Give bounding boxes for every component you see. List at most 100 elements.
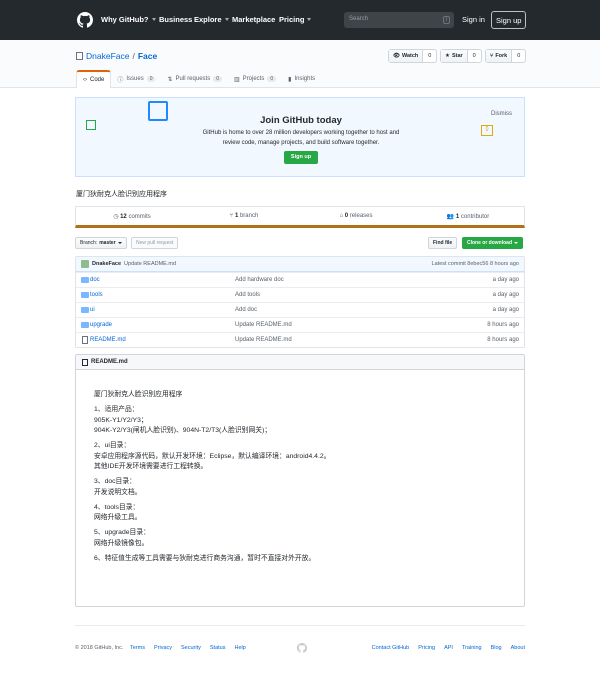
star-count[interactable]: 0 bbox=[468, 50, 481, 62]
readme-header: README.md bbox=[76, 355, 524, 370]
chevron-down-icon bbox=[224, 18, 229, 21]
new-pull-request-button[interactable]: New pull request bbox=[131, 237, 179, 249]
star-button[interactable]: ★ Star 0 bbox=[440, 49, 482, 63]
footer-link-about[interactable]: About bbox=[511, 645, 525, 651]
banner-signup-button[interactable]: Sign up bbox=[284, 151, 318, 164]
clone-download-button[interactable]: Clone or download bbox=[462, 237, 523, 249]
footer-link-status[interactable]: Status bbox=[210, 645, 226, 651]
releases-link[interactable]: ⌂ 0 releases bbox=[300, 207, 412, 225]
commits-link[interactable]: ◷ 12 commits bbox=[76, 207, 188, 225]
footer-link-help[interactable]: Help bbox=[234, 645, 245, 651]
fork-button[interactable]: ⑂ Fork 0 bbox=[485, 49, 527, 63]
dismiss-button[interactable]: Dismiss bbox=[491, 111, 512, 117]
footer-link-pricing[interactable]: Pricing bbox=[418, 645, 435, 651]
footer-link-privacy[interactable]: Privacy bbox=[154, 645, 172, 651]
file-name-link[interactable]: doc bbox=[90, 277, 100, 283]
tab-label: Insights bbox=[294, 76, 316, 82]
repo-header: DnakeFace / Face 👁 Watch 0 ★ Star 0 ⑂ Fork … bbox=[0, 40, 600, 88]
folder-icon bbox=[81, 307, 89, 313]
nav-label: Marketplace bbox=[232, 15, 276, 24]
eye-icon: 👁 bbox=[393, 53, 400, 59]
file-name-link[interactable]: ui bbox=[90, 307, 95, 313]
nav-why-github[interactable]: Why GitHub? bbox=[101, 15, 156, 24]
signup-button[interactable]: Sign up bbox=[491, 11, 527, 29]
star-icon: ★ bbox=[445, 53, 450, 59]
contributors-link[interactable]: 👥 1 contributor bbox=[412, 207, 524, 225]
watch-button[interactable]: 👁 Watch 0 bbox=[388, 49, 438, 63]
signin-link[interactable]: Sign in bbox=[462, 15, 485, 24]
folder-icon bbox=[81, 322, 89, 328]
readme-line: 网络升级镜像包。 bbox=[94, 539, 149, 547]
tab-label: Pull requests bbox=[175, 76, 211, 82]
repo-description: 厦门狄耐克人脸识别应用程序 bbox=[76, 191, 167, 198]
nav-label: Why GitHub? bbox=[101, 15, 149, 24]
folder-icon bbox=[81, 292, 89, 298]
file-commit-message[interactable]: Add hardware doc bbox=[235, 277, 284, 283]
table-row: upgrade Update README.md 8 hours ago bbox=[76, 317, 524, 332]
folder-icon bbox=[81, 277, 89, 283]
footer-link-api[interactable]: API bbox=[444, 645, 453, 651]
nav-pricing[interactable]: Pricing bbox=[279, 15, 312, 24]
repo-title-separator: / bbox=[132, 51, 135, 61]
nav-business[interactable]: Business bbox=[159, 15, 192, 24]
find-file-button[interactable]: Find file bbox=[428, 237, 458, 249]
file-commit-message[interactable]: Update README.md bbox=[235, 322, 292, 328]
readme-line: 4、tools目录： bbox=[94, 503, 140, 511]
commits-count: 12 bbox=[120, 214, 127, 220]
tab-counter: 0 bbox=[267, 76, 277, 82]
avatar[interactable] bbox=[81, 260, 89, 268]
table-row: tools Add tools a day ago bbox=[76, 287, 524, 302]
latest-commit-bar: DnakeFace Update README.md Latest commit… bbox=[76, 257, 524, 272]
table-row: doc Add hardware doc a day ago bbox=[76, 272, 524, 287]
nav-marketplace[interactable]: Marketplace bbox=[232, 15, 275, 24]
branch-select-button[interactable]: Branch: master bbox=[75, 237, 127, 249]
branches-link[interactable]: ⑂ 1 branch bbox=[188, 207, 300, 225]
footer-link-contact[interactable]: Contact GitHub bbox=[372, 645, 410, 651]
tab-issues[interactable]: ⓘ Issues 0 bbox=[111, 70, 161, 88]
search-placeholder: Search bbox=[349, 16, 369, 22]
chevron-down-icon bbox=[117, 242, 122, 244]
github-logo-icon[interactable] bbox=[77, 12, 93, 28]
file-commit-message[interactable]: Add doc bbox=[235, 307, 257, 313]
footer-links-left: Terms Privacy Security Status Help bbox=[130, 645, 246, 651]
fork-count[interactable]: 0 bbox=[512, 50, 525, 62]
readme-title: README.md bbox=[91, 359, 128, 365]
file-name-link[interactable]: tools bbox=[90, 292, 103, 298]
graph-icon: ▮ bbox=[288, 76, 292, 83]
tab-pull-requests[interactable]: ⇅ Pull requests 0 bbox=[161, 70, 228, 88]
commit-author-link[interactable]: DnakeFace bbox=[92, 261, 121, 267]
readme-line: 安卓应用程序源代码，默认开发环境：Eclipse，默认编译环境：android4… bbox=[94, 452, 331, 460]
file-commit-message[interactable]: Add tools bbox=[235, 292, 260, 298]
nav-explore[interactable]: Explore bbox=[194, 15, 229, 24]
readme-line: 其他IDE开发环境需要进行工程转换。 bbox=[94, 463, 208, 470]
file-name-link[interactable]: README.md bbox=[90, 337, 126, 343]
footer-link-training[interactable]: Training bbox=[462, 645, 482, 651]
repo-name-link[interactable]: Face bbox=[138, 51, 157, 61]
nav-label: Business bbox=[159, 15, 193, 24]
watch-count[interactable]: 0 bbox=[423, 50, 436, 62]
tab-insights[interactable]: ▮ Insights bbox=[282, 70, 321, 88]
readme-paragraph: 2、ui目录： 安卓应用程序源代码，默认开发环境：Eclipse，默认编译环境：a… bbox=[94, 441, 506, 473]
repo-owner-link[interactable]: DnakeFace bbox=[86, 51, 129, 61]
contributors-label: contributor bbox=[460, 214, 490, 220]
tab-code[interactable]: ‹› Code bbox=[76, 70, 112, 88]
footer-link-terms[interactable]: Terms bbox=[130, 645, 145, 651]
github-mark-icon[interactable] bbox=[297, 643, 307, 653]
clone-label: Clone or download bbox=[467, 240, 512, 246]
file-name-link[interactable]: upgrade bbox=[90, 322, 112, 328]
footer-link-security[interactable]: Security bbox=[181, 645, 201, 651]
readme-panel: README.md 厦门狄耐克人脸识别应用程序 1、适用产品： 905K-Y1/Y… bbox=[75, 354, 525, 607]
tab-projects[interactable]: ▥ Projects 0 bbox=[228, 70, 282, 88]
chevron-down-icon bbox=[151, 18, 156, 21]
site-header: Why GitHub? Business Explore Marketplace… bbox=[0, 0, 600, 40]
file-commit-message[interactable]: Update README.md bbox=[235, 337, 292, 343]
file-list: DnakeFace Update README.md Latest commit… bbox=[75, 256, 525, 348]
footer-link-blog[interactable]: Blog bbox=[491, 645, 502, 651]
search-input[interactable]: Search / bbox=[344, 12, 454, 28]
tab-counter: 0 bbox=[213, 76, 222, 82]
latest-commit-info[interactable]: Latest commit 8ebec56 8 hours ago bbox=[432, 261, 519, 267]
commit-message-link[interactable]: Update README.md bbox=[124, 261, 176, 267]
file-age: a day ago bbox=[492, 307, 519, 313]
readme-line: 网络升级工具。 bbox=[94, 514, 142, 521]
repo-tabs: ‹› Code ⓘ Issues 0 ⇅ Pull requests 0 ▥ Project… bbox=[76, 70, 321, 88]
